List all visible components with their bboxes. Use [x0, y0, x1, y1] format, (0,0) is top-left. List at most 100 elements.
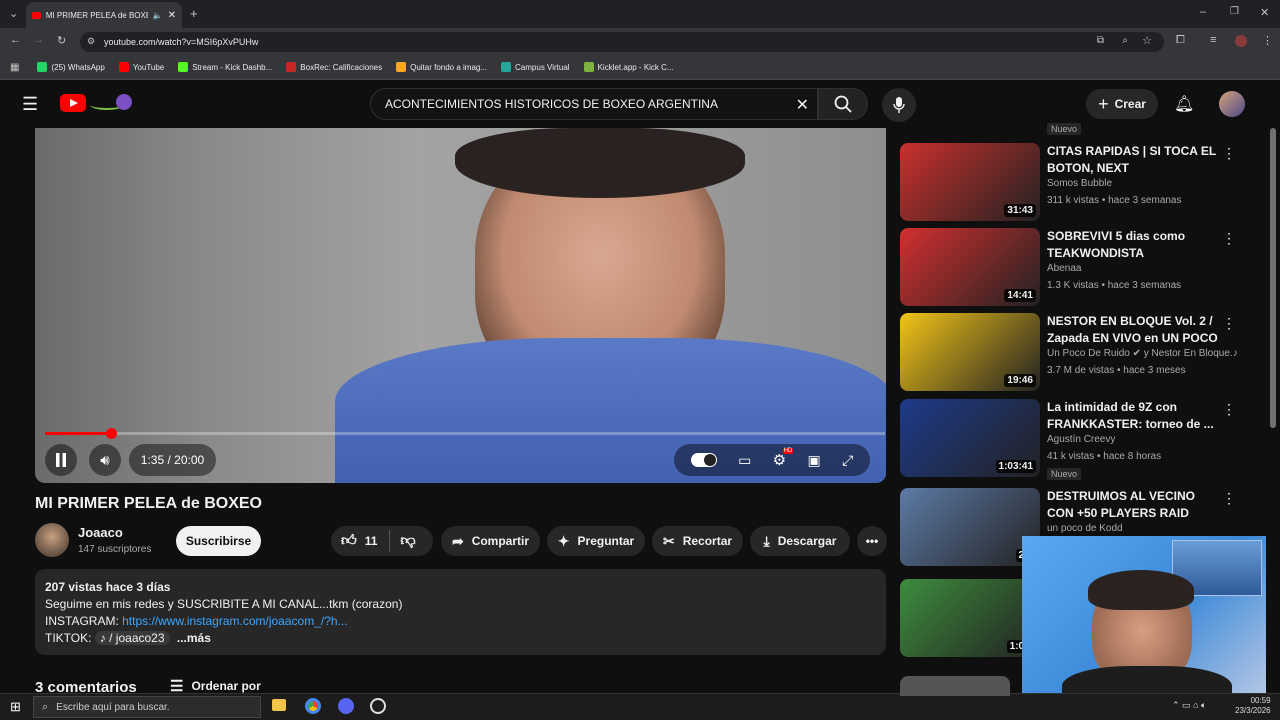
chrome-icon[interactable] — [305, 698, 321, 714]
bookmark-item[interactable]: YouTube — [118, 62, 164, 72]
windows-start-icon[interactable]: ⊞ — [10, 699, 21, 715]
scrollbar[interactable] — [1270, 128, 1276, 428]
video-thumbnail[interactable] — [900, 676, 1010, 696]
pause-button[interactable] — [45, 444, 77, 476]
bookmark-item[interactable]: BoxRec: Calificaciones — [286, 62, 382, 72]
recommended-video[interactable]: 1:03:41 La intimidad de 9Z con FRANKKASTE… — [900, 399, 1240, 480]
theater-mode-icon[interactable]: ▣ — [808, 452, 821, 469]
obs-icon[interactable] — [370, 698, 386, 714]
bookmark-star-icon[interactable]: ☆ — [1142, 34, 1152, 47]
tab-close-icon[interactable]: ✕ — [168, 10, 176, 21]
video-thumbnail[interactable]: 19:46 — [900, 313, 1040, 391]
video-thumbnail[interactable]: 1:00: — [900, 579, 1040, 657]
reading-list-icon[interactable]: ≡ — [1210, 34, 1216, 46]
dislike-button[interactable]: 👎︎ — [390, 532, 415, 550]
back-icon[interactable]: ← — [10, 34, 21, 46]
reload-icon[interactable]: ↻ — [57, 34, 66, 47]
fullscreen-icon[interactable]: ⤢ — [842, 452, 853, 469]
profile-avatar[interactable] — [1235, 35, 1247, 47]
channel-avatar[interactable] — [35, 523, 69, 557]
bookmark-item[interactable]: Campus Virtual — [501, 62, 570, 72]
more-vertical-icon[interactable]: ⋮ — [1222, 401, 1236, 418]
download-button[interactable]: ⤓ Descargar — [750, 526, 850, 556]
progress-bar-track[interactable] — [45, 432, 885, 435]
site-info-icon[interactable]: ⚙ — [87, 36, 95, 47]
video-thumbnail[interactable]: 31:43 — [900, 143, 1040, 221]
like-button[interactable]: 👍︎ 11 — [331, 530, 391, 552]
restore-button[interactable]: ❐ — [1230, 6, 1239, 17]
video-title[interactable]: CITAS RAPIDAS | SI TOCA EL BOTON, NEXT — [1047, 143, 1219, 177]
volume-button[interactable]: 🔊︎ — [89, 444, 121, 476]
discord-icon[interactable] — [338, 698, 354, 714]
bookmark-item[interactable]: Kicklet.app - Kick C... — [583, 62, 674, 72]
bookmark-item[interactable]: Stream - Kick Dashb... — [178, 62, 272, 72]
channel-name[interactable]: Joaaco — [78, 525, 123, 540]
close-window-button[interactable]: ✕ — [1260, 6, 1269, 19]
more-vertical-icon[interactable]: ⋮ — [1222, 230, 1236, 247]
clip-button[interactable]: ✂ Recortar — [652, 526, 743, 556]
description-box[interactable]: 207 vistas hace 3 días Seguime en mis re… — [35, 569, 886, 655]
channel-name[interactable]: Somos Bubble — [1047, 178, 1112, 189]
search-icon — [834, 95, 852, 113]
ask-button[interactable]: ✦ Preguntar — [547, 526, 645, 556]
doodle-logo[interactable] — [88, 92, 136, 114]
forward-icon[interactable]: → — [33, 34, 44, 46]
video-title[interactable]: DESTRUIMOS AL VECINO CON +50 PLAYERS RAI… — [1047, 488, 1219, 522]
recommended-video[interactable]: 19:46 NESTOR EN BLOQUE Vol. 2 / Zapada EN… — [900, 313, 1240, 393]
settings-gear-icon[interactable]: ⚙ HD — [773, 448, 794, 469]
search-button[interactable] — [818, 88, 868, 120]
video-title[interactable]: La intimidad de 9Z con FRANKKASTER: torn… — [1047, 399, 1219, 433]
share-button[interactable]: ➦ Compartir — [441, 526, 540, 556]
video-player[interactable] — [35, 128, 886, 483]
more-vertical-icon[interactable]: ⋮ — [1222, 145, 1236, 162]
recommended-video[interactable]: 14:41 SOBREVIVI 5 dias como TEAKWONDISTA … — [900, 228, 1240, 308]
channel-name[interactable]: un poco de Kodd — [1047, 523, 1123, 534]
video-meta: 311 k vistas • hace 3 semanas — [1047, 195, 1182, 206]
show-more-link[interactable]: ...más — [177, 631, 211, 645]
channel-name[interactable]: Un Poco De Ruido ✔ y Nestor En Bloque.♪ — [1047, 348, 1238, 359]
subtitles-icon[interactable]: ▭ — [738, 452, 751, 469]
browser-menu-icon[interactable]: ⋮ — [1262, 34, 1273, 47]
search-input[interactable]: ACONTECIMIENTOS HISTORICOS DE BOXEO ARGE… — [370, 88, 818, 120]
tiktok-chip[interactable]: ♪ / joaaco23 — [94, 631, 170, 645]
create-button[interactable]: + Crear — [1086, 89, 1158, 119]
cast-icon[interactable]: ⧉ — [1097, 35, 1104, 46]
like-count: 11 — [364, 534, 378, 548]
address-field[interactable]: ⚙ youtube.com/watch?v=MSI6pXvPUHw ⧉ ⌕ ☆ — [80, 32, 1164, 52]
autoplay-toggle[interactable] — [690, 453, 717, 467]
youtube-logo[interactable] — [60, 94, 86, 112]
extensions-icon[interactable]: ⧠ — [1176, 34, 1185, 47]
file-explorer-icon[interactable] — [272, 699, 286, 711]
tray-icons[interactable]: ⌃ ▭ ⌂ 🔈︎ — [1172, 700, 1206, 711]
video-title[interactable]: NESTOR EN BLOQUE Vol. 2 / Zapada EN VIVO… — [1047, 313, 1219, 347]
video-thumbnail[interactable]: 24: — [900, 488, 1040, 566]
bookmark-item[interactable]: Quitar fondo a imag... — [396, 62, 487, 72]
hamburger-menu-icon[interactable]: ☰ — [22, 94, 38, 115]
bookmark-item[interactable]: (25) WhatsApp — [37, 62, 105, 72]
instagram-link[interactable]: https://www.instagram.com/joaacom_/?h... — [122, 614, 347, 628]
voice-search-button[interactable] — [882, 88, 916, 122]
channel-name[interactable]: Abenaa — [1047, 263, 1081, 274]
subscriber-count: 147 suscriptores — [78, 544, 152, 555]
browser-tab[interactable]: MI PRIMER PELEA de BOXE 🔈 ✕ — [26, 2, 182, 28]
video-title[interactable]: SOBREVIVI 5 dias como TEAKWONDISTA PROFE… — [1047, 228, 1219, 262]
taskbar-search-input[interactable]: ⌕ Escribe aquí para buscar. — [33, 696, 261, 718]
video-thumbnail[interactable]: 14:41 — [900, 228, 1040, 306]
more-vertical-icon[interactable]: ⋮ — [1222, 315, 1236, 332]
video-thumbnail[interactable]: 1:03:41 — [900, 399, 1040, 477]
new-tab-button[interactable]: + — [190, 6, 198, 21]
clock[interactable]: 00:59 23/3/2026 — [1235, 696, 1271, 716]
recommended-video[interactable]: 31:43 CITAS RAPIDAS | SI TOCA EL BOTON, N… — [900, 143, 1240, 223]
more-vertical-icon[interactable]: ⋮ — [1222, 490, 1236, 507]
apps-grid-icon[interactable]: ▦ — [10, 62, 19, 73]
clear-search-icon[interactable]: ✕ — [796, 95, 809, 115]
speaker-icon[interactable]: 🔈 — [153, 11, 163, 20]
minimize-button[interactable]: – — [1200, 6, 1206, 18]
notifications-bell-icon[interactable]: 🔔︎ — [1174, 94, 1194, 114]
channel-name[interactable]: Agustín Creevy — [1047, 434, 1115, 445]
subscribe-button[interactable]: Suscribirse — [176, 526, 261, 556]
account-avatar[interactable] — [1219, 91, 1245, 117]
tab-search-icon[interactable]: ⌄ — [9, 7, 18, 20]
zoom-icon[interactable]: ⌕ — [1122, 35, 1128, 46]
more-actions-button[interactable]: ••• — [857, 526, 887, 556]
